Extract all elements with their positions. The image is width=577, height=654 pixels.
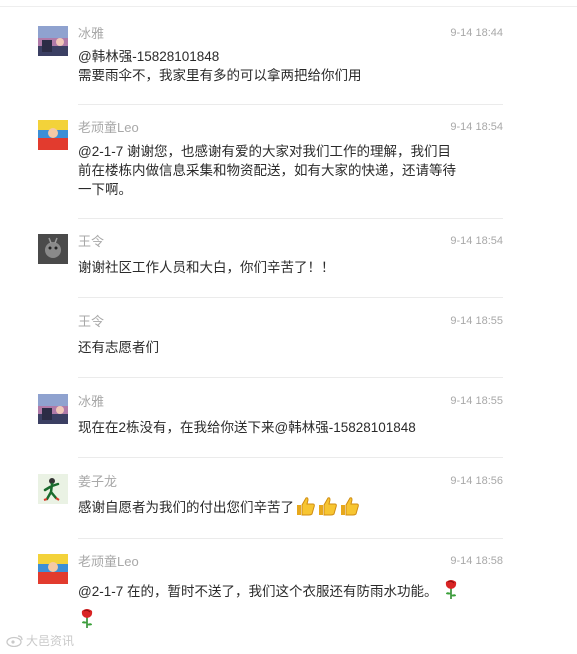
message-line: 一下啊。 xyxy=(78,182,132,197)
rose-icon xyxy=(443,578,459,605)
sender-name: 冰雅 xyxy=(78,394,105,409)
sender-name: 姜子龙 xyxy=(78,474,118,489)
sender-name: 王令 xyxy=(78,234,105,249)
watermark: 大邑资讯 xyxy=(6,632,74,650)
message-time: 9-14 18:44 xyxy=(450,27,503,39)
sender-name: 王令 xyxy=(78,314,105,329)
divider xyxy=(78,297,503,298)
message-line: 前在楼栋内做信息采集和物资配送，如有大家的快递，还请等待 xyxy=(78,163,456,178)
message-line-text: 感谢自愿者为我们的付出您们辛苦了 xyxy=(78,500,294,515)
thumbs-up-icon xyxy=(339,496,360,521)
message-item: 老顽童Leo 9-14 18:58 @2-1-7 在的，暂时不送了，我们这个衣服… xyxy=(38,554,503,634)
message-text: 现在在2栋没有，在我给你送下来@韩林强-15828101848 xyxy=(78,418,478,437)
message-time: 9-14 18:56 xyxy=(450,475,503,487)
avatar-leo[interactable] xyxy=(38,120,68,150)
message-line: 谢谢社区工作人员和大白，你们辛苦了！！ xyxy=(78,260,335,275)
message-text: @2-1-7 谢谢您，也感谢有爱的大家对我们工作的理解，我们目 前在楼栋内做信息… xyxy=(78,142,488,199)
message-line: @韩林强-15828101848 xyxy=(78,49,220,64)
message-time: 9-14 18:55 xyxy=(450,315,503,327)
top-border xyxy=(0,0,577,7)
message-item: 王令 9-14 18:54 谢谢社区工作人员和大白，你们辛苦了！！ xyxy=(38,234,503,284)
message-item: 冰雅 9-14 18:55 现在在2栋没有，在我给你送下来@韩林强-158281… xyxy=(38,394,503,444)
avatar-leo[interactable] xyxy=(38,554,68,584)
avatar-jiangzilong[interactable] xyxy=(38,474,68,504)
divider xyxy=(78,457,503,458)
message-line: 感谢自愿者为我们的付出您们辛苦了 xyxy=(78,496,478,521)
message-text: @韩林强-15828101848 需要雨伞不，我家里有多的可以拿两把给你们用 xyxy=(78,47,478,85)
rose-icon xyxy=(79,607,95,634)
sender-name: 老顽童Leo xyxy=(78,120,139,135)
message-time: 9-14 18:54 xyxy=(450,121,503,133)
message-line xyxy=(78,607,498,634)
avatar-bingya[interactable] xyxy=(38,394,68,424)
message-line: @2-1-7 在的，暂时不送了，我们这个衣服还有防雨水功能。 xyxy=(78,578,498,605)
weibo-logo-icon xyxy=(6,634,24,650)
watermark-text: 大邑资讯 xyxy=(26,634,75,648)
avatar-wangling[interactable] xyxy=(38,234,68,264)
divider xyxy=(78,538,503,539)
divider xyxy=(78,377,503,378)
message-item: 王令 9-14 18:55 还有志愿者们 xyxy=(38,314,503,364)
message-item: 老顽童Leo 9-14 18:54 @2-1-7 谢谢您，也感谢有爱的大家对我们… xyxy=(38,120,503,210)
message-text: 感谢自愿者为我们的付出您们辛苦了 xyxy=(78,496,478,521)
sender-name: 老顽童Leo xyxy=(78,554,139,569)
divider xyxy=(78,218,503,219)
sender-name: 冰雅 xyxy=(78,26,105,41)
message-time: 9-14 18:58 xyxy=(450,555,503,567)
message-line: @2-1-7 谢谢您，也感谢有爱的大家对我们工作的理解，我们目 xyxy=(78,144,451,159)
avatar-bingya[interactable] xyxy=(38,26,68,56)
message-item: 冰雅 9-14 18:44 @韩林强-15828101848 需要雨伞不，我家里… xyxy=(38,26,503,96)
message-item: 姜子龙 9-14 18:56 感谢自愿者为我们的付出您们辛苦了 xyxy=(38,474,503,524)
message-line: 现在在2栋没有，在我给你送下来@韩林强-15828101848 xyxy=(78,420,416,435)
message-line-text: @2-1-7 在的，暂时不送了，我们这个衣服还有防雨水功能。 xyxy=(78,584,438,599)
message-line: 还有志愿者们 xyxy=(78,340,159,355)
message-text: @2-1-7 在的，暂时不送了，我们这个衣服还有防雨水功能。 xyxy=(78,578,498,634)
thumbs-up-icon xyxy=(295,496,316,521)
message-text: 还有志愿者们 xyxy=(78,338,478,357)
message-time: 9-14 18:54 xyxy=(450,235,503,247)
divider xyxy=(78,104,503,105)
message-time: 9-14 18:55 xyxy=(450,395,503,407)
message-text: 谢谢社区工作人员和大白，你们辛苦了！！ xyxy=(78,258,478,277)
thumbs-up-icon xyxy=(317,496,338,521)
message-line: 需要雨伞不，我家里有多的可以拿两把给你们用 xyxy=(78,68,362,83)
